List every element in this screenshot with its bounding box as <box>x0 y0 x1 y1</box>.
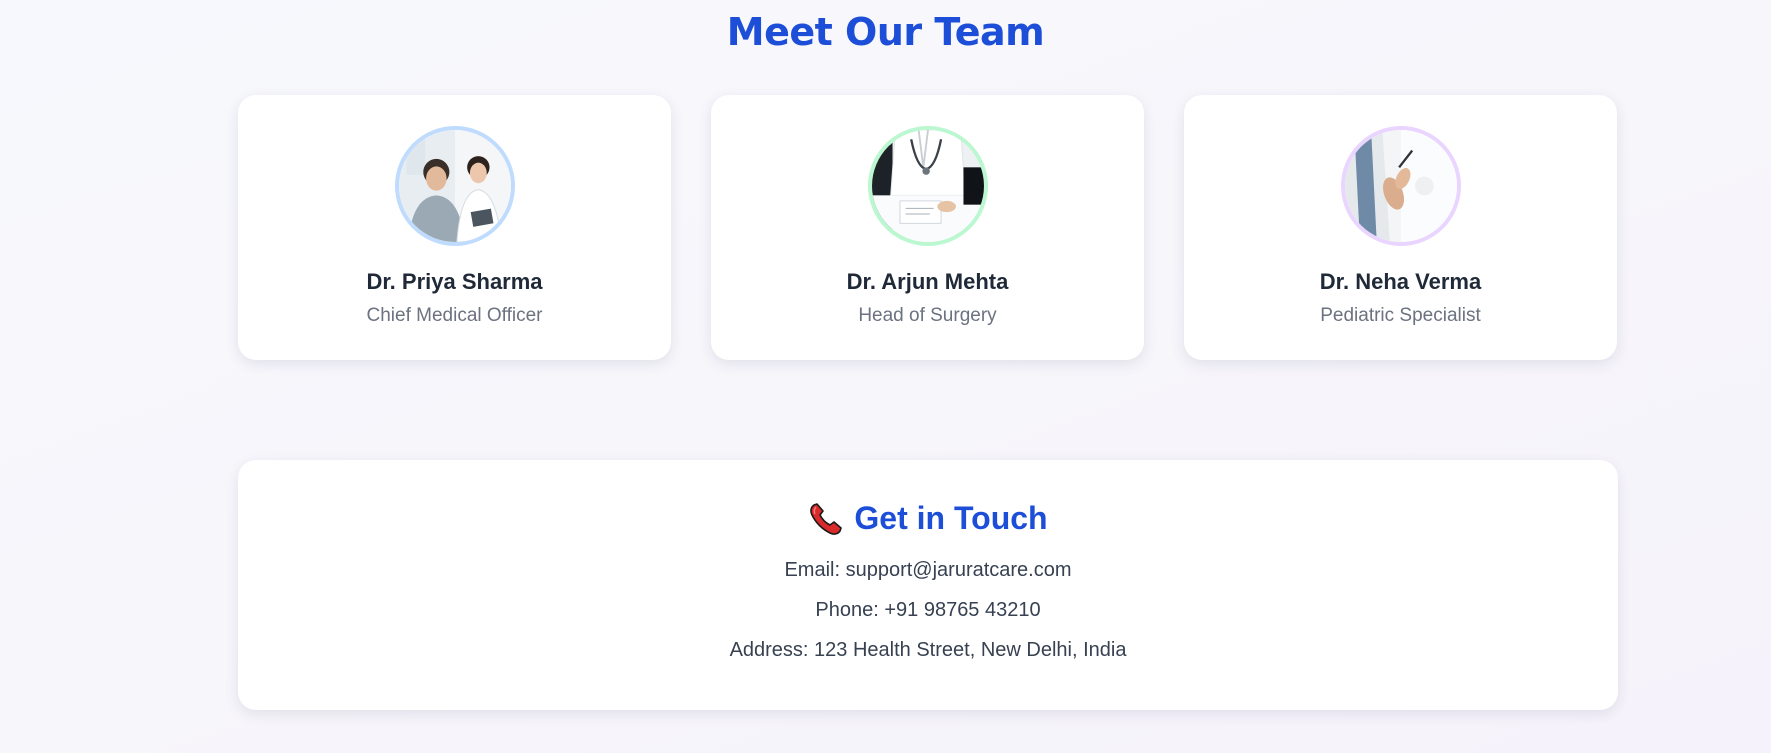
member-name: Dr. Priya Sharma <box>366 269 543 294</box>
team-member-card: Dr. Arjun Mehta Head of Surgery <box>711 95 1144 360</box>
telephone-icon <box>808 501 844 537</box>
contact-address: Address: 123 Health Street, New Delhi, I… <box>729 639 1127 661</box>
member-role: Head of Surgery <box>858 305 997 326</box>
member-name: Dr. Arjun Mehta <box>846 269 1009 294</box>
team-member-card: Dr. Neha Verma Pediatric Specialist <box>1184 95 1617 360</box>
contact-title: Get in Touch <box>854 500 1048 536</box>
doctor-writing-image <box>1344 130 1457 242</box>
doctor-at-desk-image <box>871 130 984 242</box>
member-name: Dr. Neha Verma <box>1319 269 1482 294</box>
doctor-consultation-image <box>398 130 511 242</box>
team-member-card: Dr. Priya Sharma Chief Medical Officer <box>238 95 671 360</box>
contact-heading: Get in Touch <box>808 500 1048 537</box>
doctor-photo-avatar <box>1340 126 1461 246</box>
contact-card: Get in Touch Email: support@jaruratcare.… <box>238 460 1618 710</box>
member-role: Chief Medical Officer <box>366 305 543 326</box>
contact-phone[interactable]: Phone: +91 98765 43210 <box>815 599 1040 622</box>
doctor-photo-avatar <box>394 126 515 246</box>
contact-email[interactable]: Email: support@jaruratcare.com <box>784 559 1071 582</box>
team-section-title: Meet Our Team <box>726 10 1045 54</box>
doctor-photo-avatar <box>867 126 988 246</box>
team-grid: Dr. Priya Sharma Chief Medical Officer D… <box>238 95 1618 360</box>
member-role: Pediatric Specialist <box>1320 305 1481 326</box>
